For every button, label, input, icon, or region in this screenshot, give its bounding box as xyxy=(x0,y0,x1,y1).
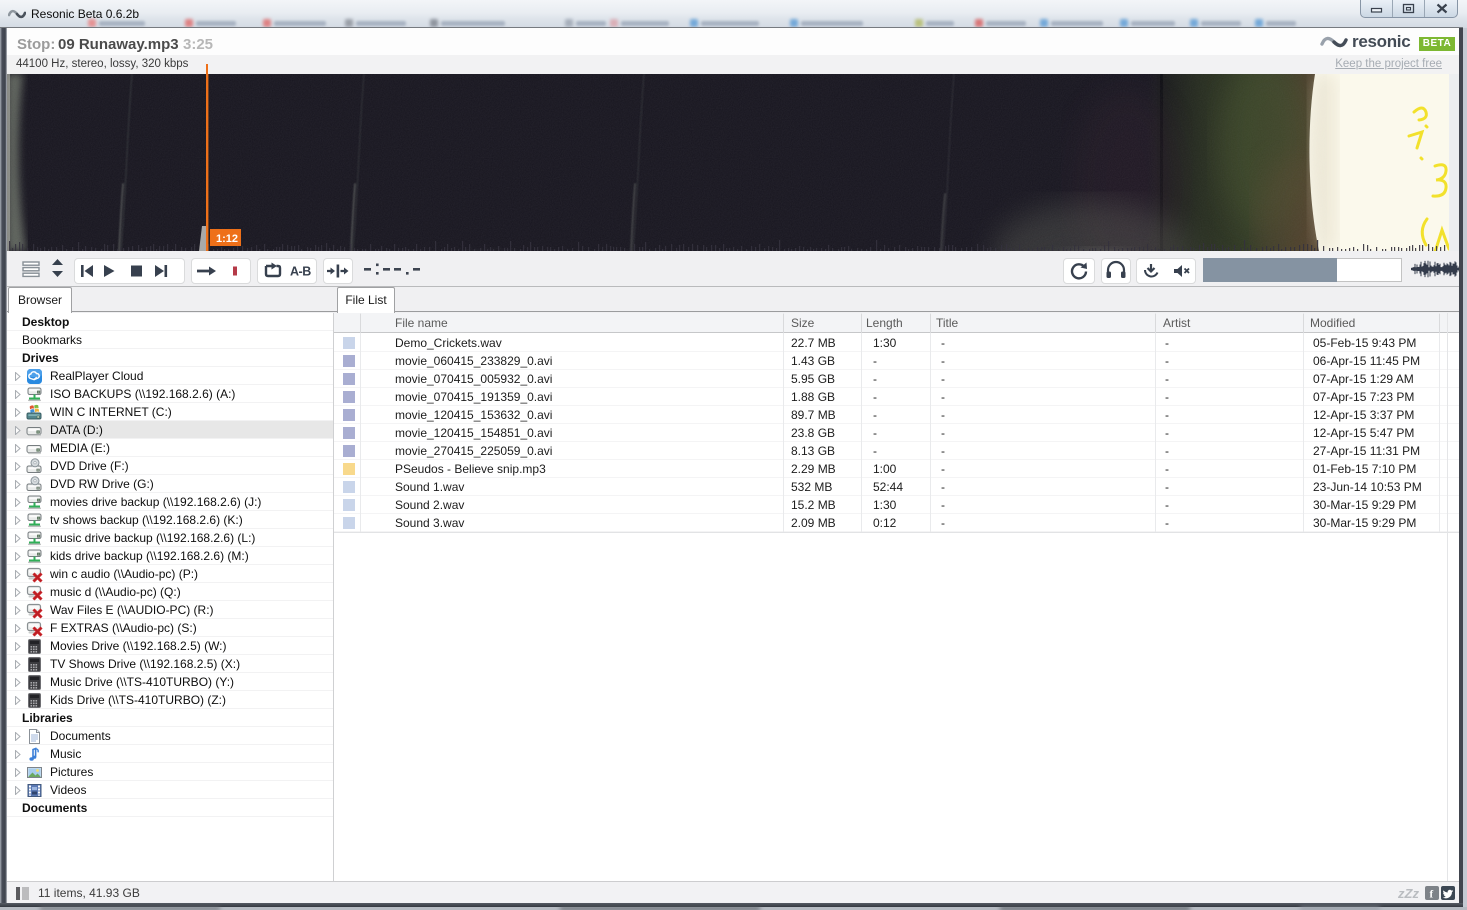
svg-text:f: f xyxy=(1430,889,1434,901)
svg-text:A-B: A-B xyxy=(290,265,311,279)
svg-text:1:12: 1:12 xyxy=(216,233,238,245)
